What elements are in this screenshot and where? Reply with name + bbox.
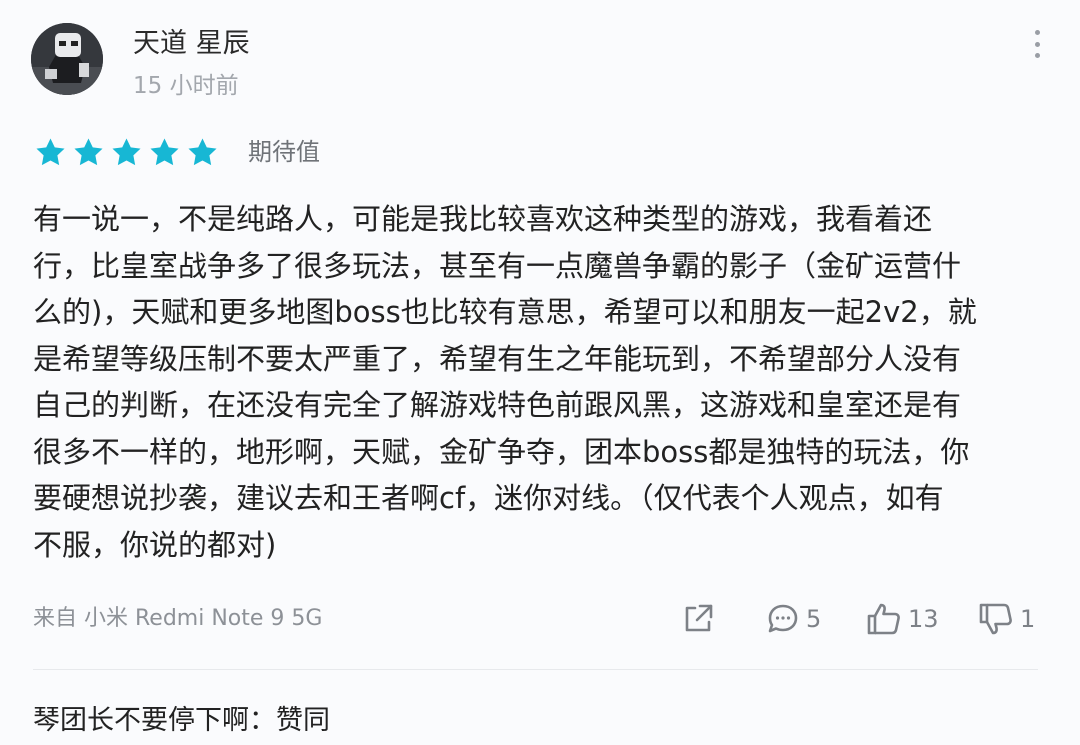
review-line: 要硬想说抄袭，建议去和王者啊cf，迷你对线。（仅代表个人观点，如有 [33,481,944,515]
star-icon [74,137,103,165]
review-line: 是希望等级压制不要太严重了，希望有生之年能玩到，不希望部分人没有 [33,341,962,376]
more-dot-icon [1034,41,1040,47]
dislike-count: 1 [1020,605,1036,633]
review-card: 天道 星辰 15 小时前 期待值 有一说一，不是纯路人，可能是我比较喜欢这种类型… [0,0,1080,745]
share-button[interactable] [681,598,715,640]
review-line: 不服，你说的都对) [33,527,277,562]
review-text: 有一说一，不是纯路人，可能是我比较喜欢这种类型的游戏，我看着还 行，比皇室战争多了… [33,196,1033,568]
divider [33,669,1038,670]
more-dot-icon [1034,30,1040,35]
rating-label: 期待值 [248,138,320,166]
more-dot-icon [1034,53,1040,58]
review-line: 有一说一，不是纯路人，可能是我比较喜欢这种类型的游戏，我看着还 [33,202,933,236]
star-rating [34,134,219,170]
comment-button[interactable]: 5 [766,598,821,640]
thumbs-up-icon [867,603,900,635]
star-icon [112,137,141,165]
comment-count: 5 [806,605,822,633]
star-icon [188,137,217,165]
device-info: 来自 小米 Redmi Note 9 5G [33,606,323,631]
username[interactable]: 天道 星辰 [133,26,250,62]
star-icon [36,137,65,165]
review-line: 很多不一样的，地形啊，天赋，金矿争夺，团本boss都是独特的玩法，你 [33,434,970,469]
timestamp: 15 小时前 [133,73,239,99]
more-options-button[interactable] [1022,26,1052,62]
avatar[interactable] [31,23,103,95]
reply-preview[interactable]: 琴团长不要停下啊：赞同 [33,701,330,741]
comment-icon [768,604,798,633]
like-count: 13 [908,605,939,633]
thumbs-down-icon [979,603,1012,635]
dislike-button[interactable]: 1 [978,598,1035,640]
review-line: 行，比皇室战争多了很多玩法，甚至有一点魔兽争霸的影子（金矿运营什 [33,248,962,283]
share-icon [685,604,713,632]
star-icon [150,137,179,165]
review-line: 自己的判断，在还没有完全了解游戏特色前跟风黑，这游戏和皇室还是有 [33,388,962,422]
review-line: 么的)，天赋和更多地图boss也比较有意思，希望可以和朋友一起2v2，就 [33,295,977,329]
like-button[interactable]: 13 [866,598,939,640]
